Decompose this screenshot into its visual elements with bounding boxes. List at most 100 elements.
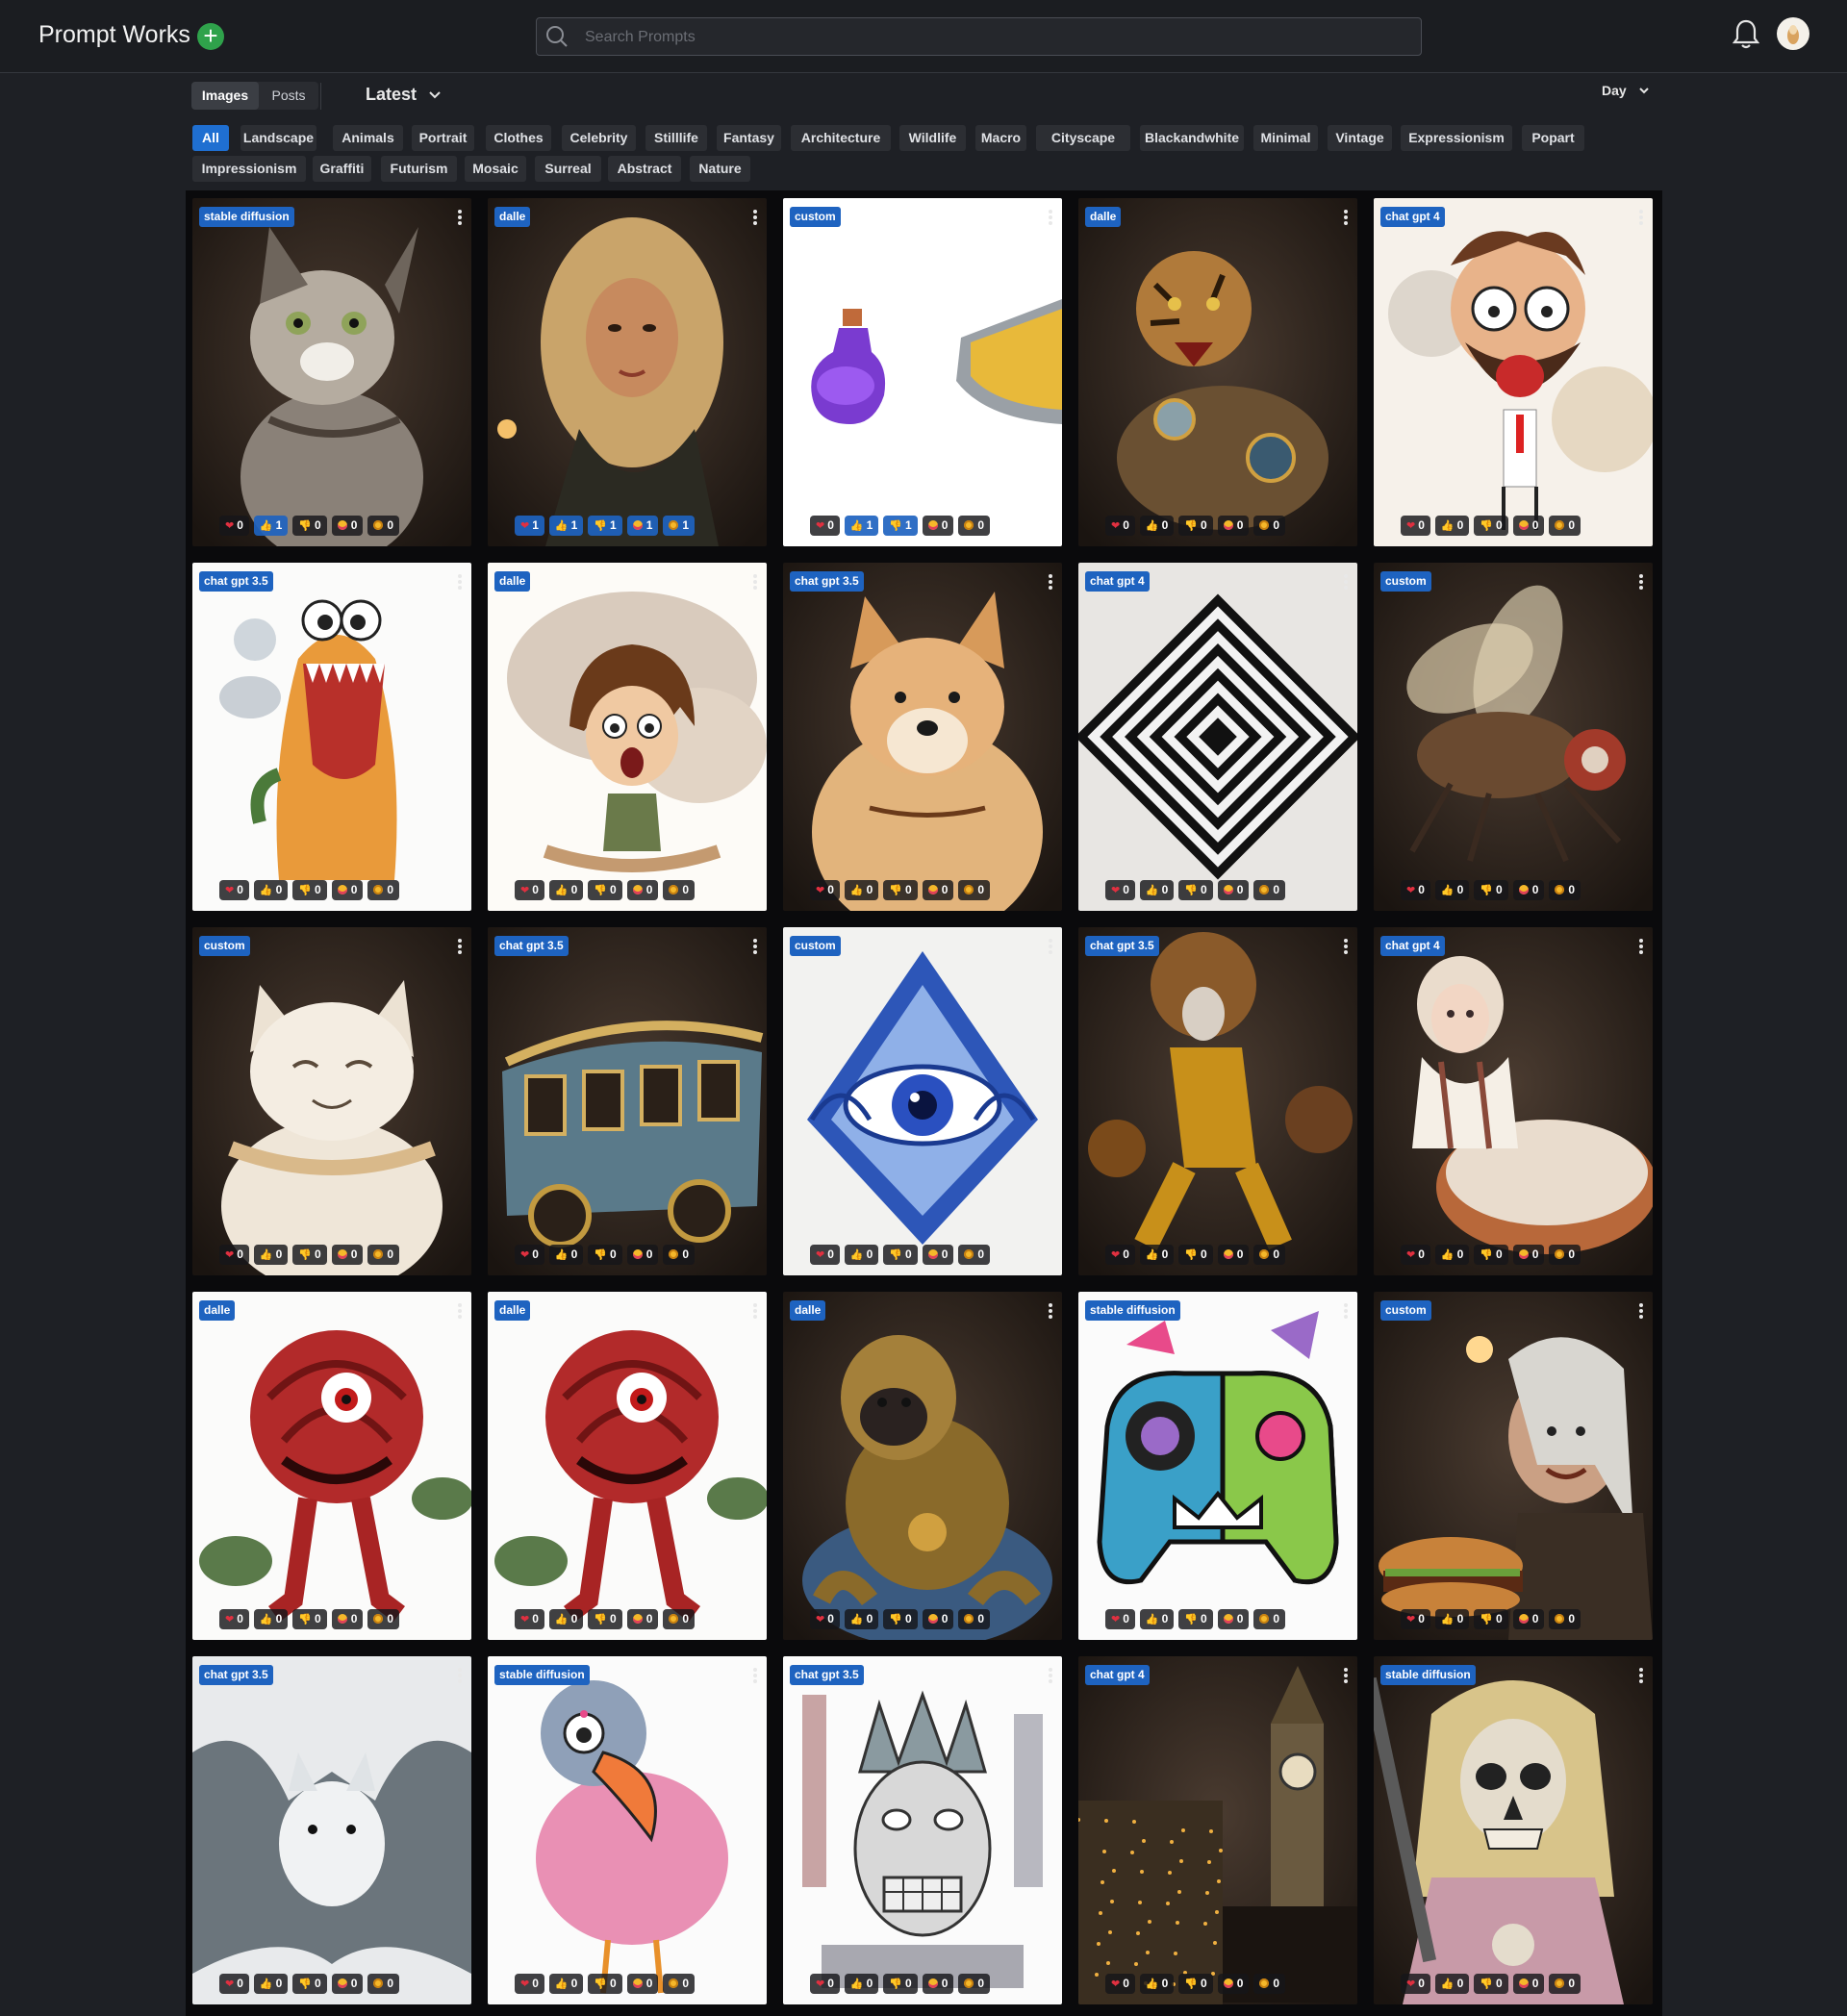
reaction-thumbs-down[interactable]: 👎 0 — [1474, 880, 1508, 900]
category-chip-popart[interactable]: Popart — [1522, 125, 1584, 151]
reaction-thumbs-down[interactable]: 👎 0 — [883, 1609, 918, 1629]
shocked-cartoon-kid-image[interactable] — [488, 563, 767, 911]
reaction-dizzy-face[interactable]: 0 — [958, 516, 991, 536]
reaction-dizzy-face[interactable]: 0 — [367, 1245, 400, 1265]
more-options-icon[interactable] — [1049, 1668, 1052, 1683]
image-card[interactable]: custom ❤ 0 👍 0 👎 0 0 0 — [783, 927, 1062, 1275]
reaction-thumbs-down[interactable]: 👎 0 — [292, 880, 327, 900]
image-card[interactable]: dalle ❤ 0 👍 0 👎 0 0 0 — [488, 1292, 767, 1640]
reaction-thumbs-down[interactable]: 👎 0 — [588, 1609, 622, 1629]
tab-images[interactable]: Images — [191, 82, 259, 110]
more-options-icon[interactable] — [1344, 574, 1348, 590]
reaction-love-face[interactable]: 1 — [626, 516, 659, 536]
blue-eye-ornament-image[interactable] — [783, 927, 1062, 1275]
category-chip-architecture[interactable]: Architecture — [791, 125, 891, 151]
reaction-heart[interactable]: ❤ 0 — [810, 1974, 840, 1994]
reaction-thumbs-down[interactable]: 👎 0 — [588, 1245, 622, 1265]
reaction-heart[interactable]: ❤ 0 — [810, 1609, 840, 1629]
reaction-thumbs-up[interactable]: 👍 0 — [548, 1609, 584, 1629]
reaction-thumbs-down[interactable]: 👎 0 — [292, 516, 327, 536]
more-options-icon[interactable] — [458, 210, 462, 225]
reaction-thumbs-up[interactable]: 👍 0 — [1139, 1245, 1175, 1265]
image-card[interactable]: chat gpt 4 ❤ 0 👍 0 👎 0 0 0 — [1078, 1656, 1357, 2004]
reaction-heart[interactable]: ❤ 0 — [1401, 516, 1430, 536]
reaction-thumbs-down[interactable]: 👎 1 — [588, 516, 622, 536]
reaction-love-face[interactable]: 0 — [1217, 880, 1250, 900]
reaction-love-face[interactable]: 0 — [1512, 516, 1545, 536]
category-chip-animals[interactable]: Animals — [333, 125, 403, 151]
cream-cat-image[interactable] — [192, 927, 471, 1275]
category-chip-portrait[interactable]: Portrait — [412, 125, 474, 151]
image-card[interactable]: dalle ❤ 1 👍 1 👎 1 1 1 — [488, 198, 767, 546]
reaction-thumbs-up[interactable]: 👍 0 — [548, 1974, 584, 1994]
reaction-thumbs-up[interactable]: 👍 0 — [1434, 1245, 1470, 1265]
reaction-dizzy-face[interactable]: 0 — [663, 1609, 696, 1629]
more-options-icon[interactable] — [753, 939, 757, 954]
reaction-love-face[interactable]: 0 — [1512, 1974, 1545, 1994]
reaction-thumbs-up[interactable]: 👍 0 — [253, 1245, 289, 1265]
reaction-dizzy-face[interactable]: 0 — [367, 1609, 400, 1629]
more-options-icon[interactable] — [1344, 210, 1348, 225]
reaction-thumbs-down[interactable]: 👎 0 — [1178, 880, 1213, 900]
category-chip-stilllife[interactable]: Stilllife — [645, 125, 707, 151]
reaction-dizzy-face[interactable]: 0 — [958, 880, 991, 900]
reaction-dizzy-face[interactable]: 0 — [367, 880, 400, 900]
image-card[interactable]: stable diffusion ❤ 0 👍 0 👎 0 0 0 — [488, 1656, 767, 2004]
reaction-dizzy-face[interactable]: 0 — [1253, 880, 1286, 900]
reaction-love-face[interactable]: 0 — [626, 1245, 659, 1265]
reaction-love-face[interactable]: 0 — [331, 1609, 364, 1629]
reaction-love-face[interactable]: 0 — [1217, 516, 1250, 536]
reaction-heart[interactable]: ❤ 0 — [219, 516, 249, 536]
image-card[interactable]: custom ❤ 0 👍 0 👎 0 0 0 — [1374, 563, 1653, 911]
bell-icon[interactable] — [1733, 18, 1759, 49]
reaction-heart[interactable]: ❤ 0 — [515, 880, 544, 900]
reaction-thumbs-up[interactable]: 👍 0 — [844, 1245, 879, 1265]
category-chip-futurism[interactable]: Futurism — [381, 156, 457, 182]
reaction-love-face[interactable]: 0 — [331, 516, 364, 536]
reaction-thumbs-down[interactable]: 👎 0 — [883, 880, 918, 900]
reaction-love-face[interactable]: 0 — [922, 1609, 954, 1629]
orange-cartoon-monster-image[interactable] — [192, 563, 471, 911]
more-options-icon[interactable] — [1049, 939, 1052, 954]
category-chip-vintage[interactable]: Vintage — [1328, 125, 1392, 151]
category-chip-graffiti[interactable]: Graffiti — [313, 156, 371, 182]
reaction-thumbs-up[interactable]: 👍 0 — [253, 880, 289, 900]
girl-on-bread-image[interactable] — [1374, 927, 1653, 1275]
reaction-heart[interactable]: ❤ 0 — [219, 1609, 249, 1629]
reaction-heart[interactable]: ❤ 0 — [1105, 1245, 1135, 1265]
image-card[interactable]: dalle ❤ 0 👍 0 👎 0 0 0 — [192, 1292, 471, 1640]
search-input[interactable] — [583, 26, 1395, 49]
image-card[interactable]: chat gpt 3.5 ❤ 0 👍 0 👎 0 0 0 — [192, 563, 471, 911]
tab-posts[interactable]: Posts — [259, 82, 318, 110]
time-range-dropdown[interactable]: Day — [1602, 83, 1627, 98]
more-options-icon[interactable] — [753, 210, 757, 225]
reaction-thumbs-down[interactable]: 👎 0 — [1474, 1245, 1508, 1265]
rose-monster-image[interactable] — [488, 1292, 767, 1640]
image-card[interactable]: chat gpt 4 ❤ 0 👍 0 👎 0 0 0 — [1078, 563, 1357, 911]
search-box[interactable] — [536, 17, 1422, 56]
reaction-thumbs-up[interactable]: 👍 0 — [844, 1974, 879, 1994]
image-card[interactable]: chat gpt 4 ❤ 0 👍 0 👎 0 0 0 — [1374, 927, 1653, 1275]
image-card[interactable]: chat gpt 4 ❤ 0 👍 0 👎 0 0 0 — [1374, 198, 1653, 546]
reaction-love-face[interactable]: 0 — [1217, 1609, 1250, 1629]
category-chip-impressionism[interactable]: Impressionism — [192, 156, 306, 182]
reaction-love-face[interactable]: 0 — [1512, 1245, 1545, 1265]
more-options-icon[interactable] — [1049, 1303, 1052, 1319]
chevron-down-icon[interactable] — [429, 91, 441, 99]
reaction-dizzy-face[interactable]: 0 — [1549, 516, 1581, 536]
reaction-heart[interactable]: ❤ 0 — [810, 1245, 840, 1265]
reaction-thumbs-up[interactable]: 👍 0 — [548, 880, 584, 900]
reaction-love-face[interactable]: 0 — [1217, 1245, 1250, 1265]
reaction-love-face[interactable]: 0 — [626, 1609, 659, 1629]
image-card[interactable]: chat gpt 3.5 ❤ 0 👍 0 👎 0 0 0 — [783, 1656, 1062, 2004]
category-chip-blackandwhite[interactable]: Blackandwhite — [1140, 125, 1244, 151]
category-chip-all[interactable]: All — [192, 125, 229, 151]
image-card[interactable]: custom ❤ 0 👍 0 👎 0 0 0 — [1374, 1292, 1653, 1640]
reaction-thumbs-up[interactable]: 👍 1 — [844, 516, 879, 536]
graffiti-gamepad-image[interactable] — [1078, 1292, 1357, 1640]
screaming-cartoon-man-image[interactable] — [1374, 198, 1653, 546]
reaction-dizzy-face[interactable]: 0 — [367, 1974, 400, 1994]
skull-warrior-image[interactable] — [1374, 1656, 1653, 2004]
reaction-dizzy-face[interactable]: 0 — [367, 516, 400, 536]
reaction-thumbs-up[interactable]: 👍 1 — [253, 516, 289, 536]
